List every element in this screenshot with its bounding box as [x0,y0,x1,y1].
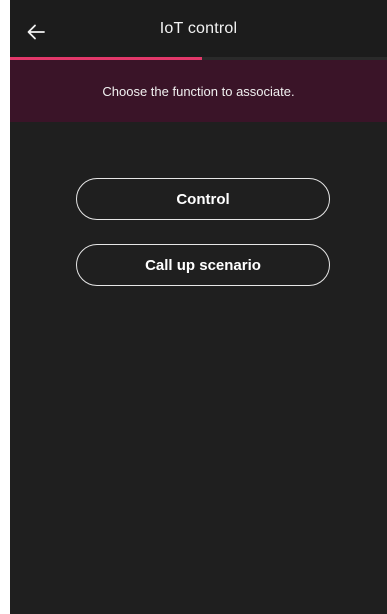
page-title: IoT control [159,20,238,37]
instruction-banner: Choose the function to associate. [10,60,387,122]
app-screen: IoT control Choose the function to assoc… [10,0,387,614]
control-button[interactable]: Control [76,178,330,220]
call-up-scenario-button[interactable]: Call up scenario [76,244,330,286]
instruction-text: Choose the function to associate. [102,83,295,99]
top-app-bar: IoT control [10,0,387,59]
